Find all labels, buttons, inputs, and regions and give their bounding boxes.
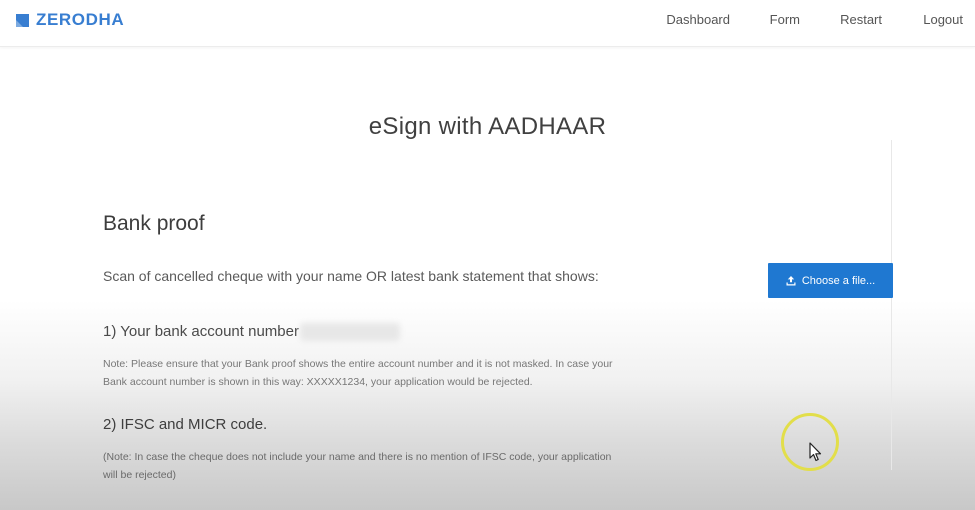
redacted-account-number: [300, 323, 400, 341]
cheque-note: (Note: In case the cheque does not inclu…: [103, 451, 612, 481]
choose-file-label: Choose a file...: [801, 274, 876, 287]
brand-name: ZERODHA: [36, 10, 125, 29]
upload-icon: [786, 275, 796, 285]
bank-proof-title: Bank proof: [103, 212, 205, 235]
choose-file-button[interactable]: Choose a file...: [768, 263, 893, 298]
bank-proof-intro: Scan of cancelled cheque with your name …: [103, 268, 599, 284]
top-navbar: ZERODHA Dashboard Form Restart Logout: [0, 0, 975, 47]
page-title: eSign with AADHAAR: [368, 113, 607, 140]
nav-dashboard[interactable]: Dashboard: [666, 12, 730, 27]
mouse-pointer-icon: [809, 442, 822, 462]
zerodha-logo-icon: [16, 13, 29, 27]
section-divider: [891, 140, 892, 470]
nav-form[interactable]: Form: [770, 12, 800, 27]
requirement-ifsc-micr: 2) IFSC and MICR code.: [103, 416, 268, 433]
nav-restart[interactable]: Restart: [840, 12, 882, 27]
zerodha-logo[interactable]: ZERODHA: [16, 10, 124, 30]
account-number-note: Note: Please ensure that your Bank proof…: [103, 358, 613, 388]
nav-logout[interactable]: Logout: [923, 12, 963, 27]
requirement-account-number: 1) Your bank account number: [103, 323, 299, 340]
